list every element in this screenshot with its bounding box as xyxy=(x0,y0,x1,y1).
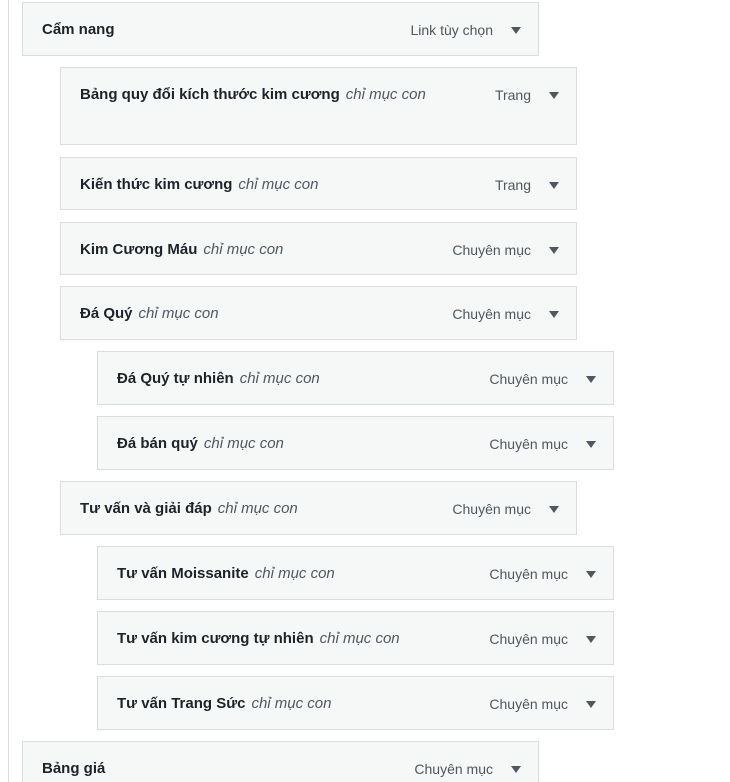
menu-item-tu-van-moissanite[interactable]: Tư vấn Moissanite chỉ mục con Chuyên mục xyxy=(97,546,614,600)
menu-item-tu-van-trang-suc[interactable]: Tư vấn Trang Sức chỉ mục con Chuyên mục xyxy=(97,676,614,730)
menu-item-bang-quy-doi[interactable]: Bảng quy đổi kích thước kim cương chỉ mục… xyxy=(60,67,577,145)
menu-item-toggle-button[interactable] xyxy=(542,498,566,520)
caret-down-icon xyxy=(549,181,559,189)
caret-down-icon xyxy=(511,765,521,773)
caret-down-icon xyxy=(586,700,596,708)
menu-item-sub-label: chỉ mục con xyxy=(254,565,335,582)
menu-item-title: Kiến thức kim cương chỉ mục con xyxy=(80,174,318,196)
menu-item-toggle-button[interactable] xyxy=(579,368,603,390)
menu-item-label: Đá Quý xyxy=(80,305,133,322)
menu-item-sub-label: chỉ mục con xyxy=(203,435,284,452)
menu-item-title: Tư vấn kim cương tự nhiên chỉ mục con xyxy=(117,628,400,650)
menu-item-toggle-button[interactable] xyxy=(542,239,566,261)
menu-item-type: Trang xyxy=(494,87,531,103)
menu-item-sub-label: chỉ mục con xyxy=(138,305,219,322)
caret-down-icon xyxy=(586,570,596,578)
menu-item-sub-label: chỉ mục con xyxy=(319,630,400,647)
caret-down-icon xyxy=(586,440,596,448)
menu-item-kien-thuc-kim-cuong[interactable]: Kiến thức kim cương chỉ mục con Trang xyxy=(60,157,577,210)
caret-down-icon xyxy=(586,375,596,383)
caret-down-icon xyxy=(549,246,559,254)
menu-item-type: Chuyên mục xyxy=(489,371,568,387)
menu-item-da-quy[interactable]: Đá Quý chỉ mục con Chuyên mục xyxy=(60,286,577,340)
menu-item-label: Tư vấn Moissanite xyxy=(117,565,249,582)
menu-item-label: Kim Cương Máu xyxy=(80,241,198,258)
menu-item-label: Đá Quý tự nhiên xyxy=(117,370,234,387)
menu-item-title: Tư vấn và giải đáp chỉ mục con xyxy=(80,498,298,520)
caret-down-icon xyxy=(549,505,559,513)
menu-item-sub-label: chỉ mục con xyxy=(203,241,284,258)
menu-item-type: Chuyên mục xyxy=(489,436,568,452)
menu-item-da-quy-tu-nhien[interactable]: Đá Quý tự nhiên chỉ mục con Chuyên mục xyxy=(97,351,614,405)
caret-down-icon xyxy=(549,310,559,318)
menu-item-type: Chuyên mục xyxy=(489,631,568,647)
menu-item-title: Tư vấn Trang Sức chỉ mục con xyxy=(117,693,331,715)
menu-item-title: Đá Quý tự nhiên chỉ mục con xyxy=(117,368,320,390)
menu-item-sub-label: chỉ mục con xyxy=(239,370,320,387)
caret-down-icon xyxy=(511,26,521,34)
menu-item-type: Link tùy chọn xyxy=(410,22,494,38)
caret-down-icon xyxy=(586,635,596,643)
menu-item-tu-van-kim-cuong-tu-nhien[interactable]: Tư vấn kim cương tự nhiên chỉ mục con Chu… xyxy=(97,611,614,665)
menu-item-type: Chuyên mục xyxy=(452,242,531,258)
menu-structure-panel: Cẩm nang Link tùy chọn Bảng quy đổi kích… xyxy=(0,0,730,782)
menu-item-title: Tư vấn Moissanite chỉ mục con xyxy=(117,563,335,585)
menu-item-toggle-button[interactable] xyxy=(504,758,528,780)
menu-item-title: Kim Cương Máu chỉ mục con xyxy=(80,239,283,261)
menu-item-toggle-button[interactable] xyxy=(542,174,566,196)
menu-item-title: Bảng giá xyxy=(42,758,105,780)
menu-item-label: Đá bán quý xyxy=(117,435,198,452)
menu-item-type: Chuyên mục xyxy=(452,306,531,322)
menu-item-sub-label: chỉ mục con xyxy=(238,176,319,193)
menu-item-toggle-button[interactable] xyxy=(542,303,566,325)
menu-item-toggle-button[interactable] xyxy=(579,628,603,650)
menu-item-kim-cuong-mau[interactable]: Kim Cương Máu chỉ mục con Chuyên mục xyxy=(60,222,577,275)
menu-item-title: Bảng quy đổi kích thước kim cương chỉ mục… xyxy=(80,84,426,106)
menu-item-da-ban-quy[interactable]: Đá bán quý chỉ mục con Chuyên mục xyxy=(97,416,614,470)
menu-item-type: Chuyên mục xyxy=(414,761,493,777)
menu-item-bang-gia[interactable]: Bảng giá Chuyên mục xyxy=(22,741,539,782)
menu-item-title: Cẩm nang xyxy=(42,19,115,41)
menu-item-sub-label: chỉ mục con xyxy=(345,86,426,103)
caret-down-icon xyxy=(549,91,559,99)
menu-item-label: Bảng giá xyxy=(42,760,106,777)
menu-item-title: Đá Quý chỉ mục con xyxy=(80,303,219,325)
menu-item-sub-label: chỉ mục con xyxy=(217,500,298,517)
menu-item-toggle-button[interactable] xyxy=(579,693,603,715)
menu-item-sub-label: chỉ mục con xyxy=(251,695,332,712)
menu-item-type: Chuyên mục xyxy=(452,501,531,517)
menu-item-label: Bảng quy đổi kích thước kim cương xyxy=(80,86,340,103)
menu-item-toggle-button[interactable] xyxy=(542,84,566,106)
panel-left-border xyxy=(8,0,9,782)
menu-item-toggle-button[interactable] xyxy=(579,433,603,455)
menu-item-title: Đá bán quý chỉ mục con xyxy=(117,433,284,455)
menu-item-type: Chuyên mục xyxy=(489,696,568,712)
menu-item-cam-nang[interactable]: Cẩm nang Link tùy chọn xyxy=(22,2,539,56)
menu-item-label: Tư vấn kim cương tự nhiên xyxy=(117,630,314,647)
menu-item-label: Kiến thức kim cương xyxy=(80,176,233,193)
menu-item-label: Cẩm nang xyxy=(42,21,115,38)
menu-item-type: Chuyên mục xyxy=(489,566,568,582)
menu-item-toggle-button[interactable] xyxy=(579,563,603,585)
menu-item-tu-van-giai-dap[interactable]: Tư vấn và giải đáp chỉ mục con Chuyên mục xyxy=(60,481,577,535)
menu-item-label: Tư vấn Trang Sức xyxy=(117,695,246,712)
menu-item-type: Trang xyxy=(494,177,531,193)
menu-item-label: Tư vấn và giải đáp xyxy=(80,500,212,517)
menu-item-toggle-button[interactable] xyxy=(504,19,528,41)
